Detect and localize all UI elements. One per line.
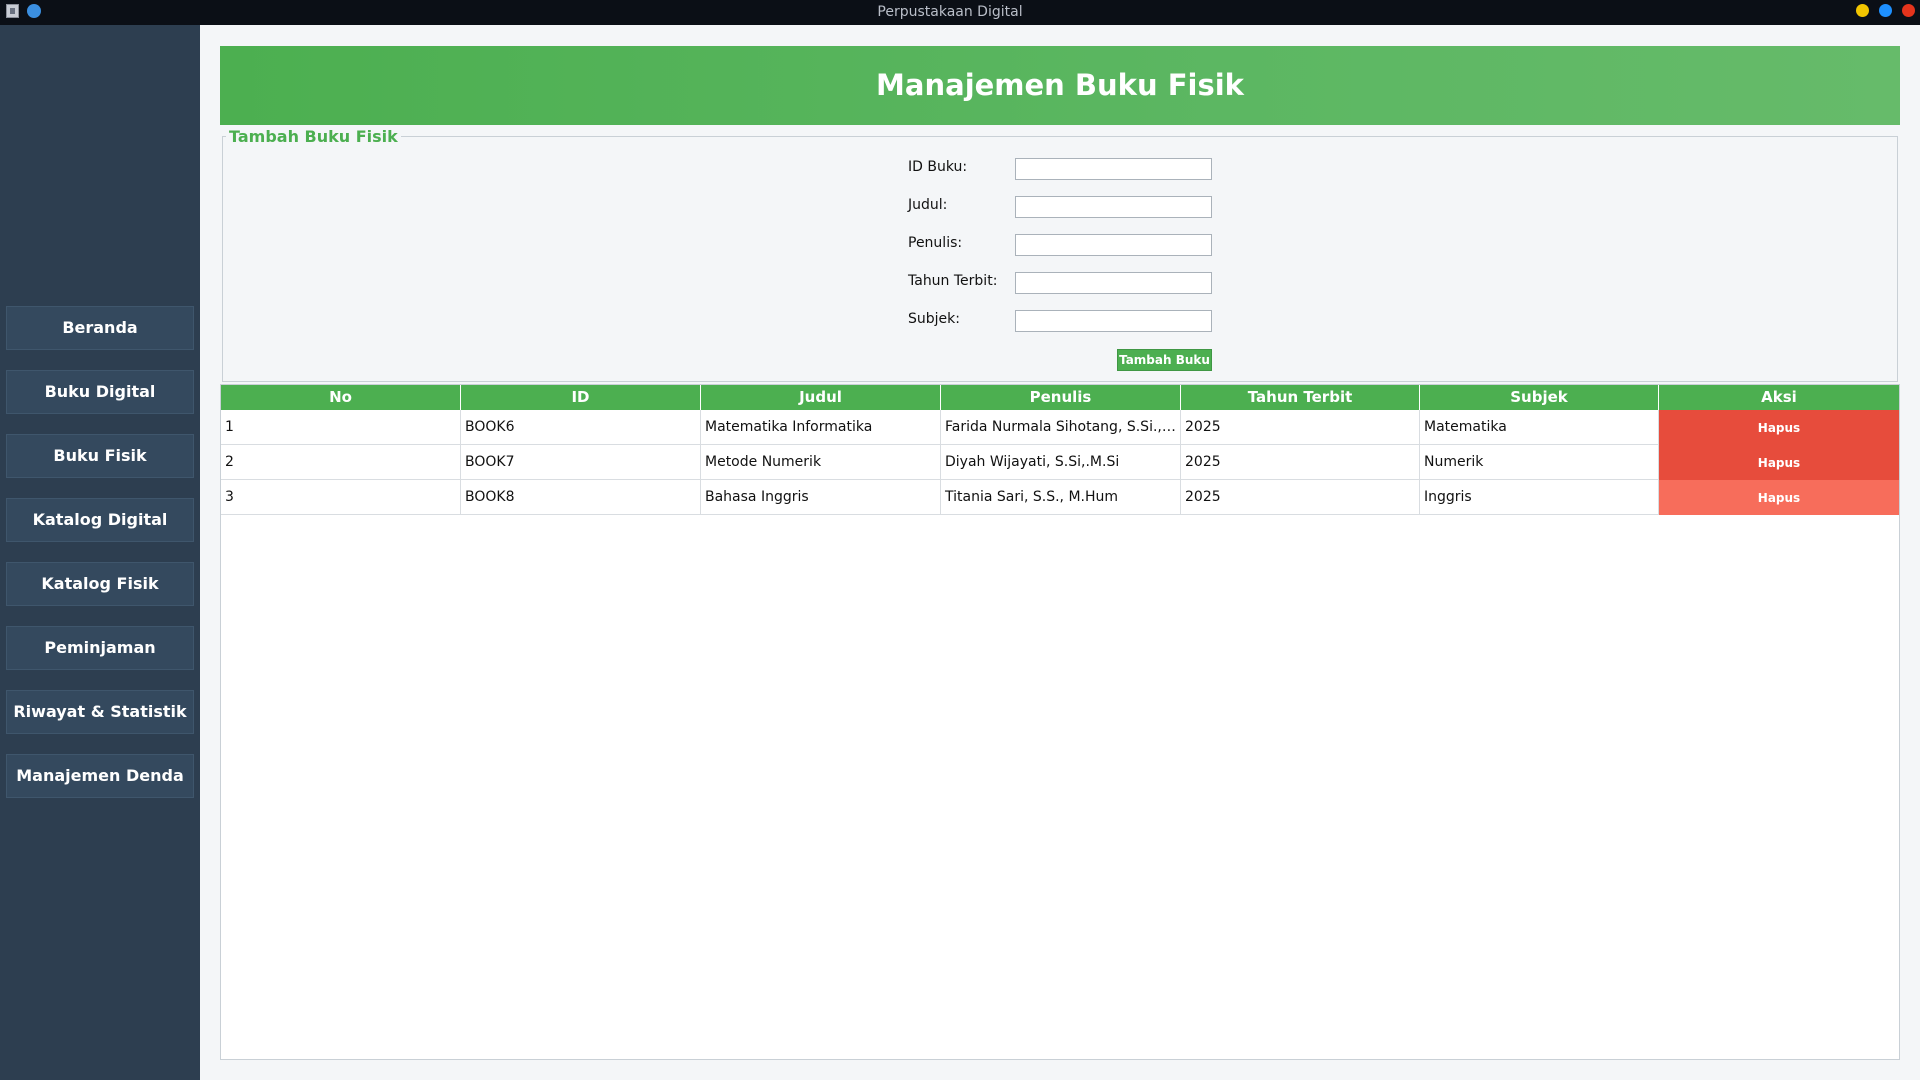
- field-label-id-buku: ID Buku:: [908, 159, 968, 175]
- cell-judul: Bahasa Inggris: [701, 480, 941, 515]
- cell-tahun-terbit: 2025: [1181, 410, 1420, 445]
- books-table: No ID Judul Penulis Tahun Terbit Subjek …: [220, 384, 1900, 1060]
- cell-no: 1: [221, 410, 461, 445]
- page-title: Manajemen Buku Fisik: [876, 68, 1244, 102]
- tahun-terbit-input[interactable]: [1015, 272, 1212, 294]
- sidebar-item-buku-fisik[interactable]: Buku Fisik: [6, 434, 194, 478]
- column-header-penulis[interactable]: Penulis: [941, 385, 1181, 410]
- column-header-judul[interactable]: Judul: [701, 385, 941, 410]
- page-header: Manajemen Buku Fisik: [220, 46, 1900, 125]
- cell-judul: Metode Numerik: [701, 445, 941, 480]
- column-header-subjek[interactable]: Subjek: [1420, 385, 1659, 410]
- main-content: Manajemen Buku Fisik Tambah Buku Fisik I…: [200, 25, 1920, 1080]
- cell-penulis: Diyah Wijayati, S.Si,.M.Si: [941, 445, 1181, 480]
- column-header-tahun-terbit[interactable]: Tahun Terbit: [1181, 385, 1420, 410]
- sidebar: Beranda Buku Digital Buku Fisik Katalog …: [0, 25, 200, 1080]
- field-label-subjek: Subjek:: [908, 311, 960, 327]
- sidebar-item-katalog-digital[interactable]: Katalog Digital: [6, 498, 194, 542]
- minimize-icon[interactable]: [1856, 4, 1869, 17]
- cell-penulis: Titania Sari, S.S., M.Hum: [941, 480, 1181, 515]
- field-label-penulis: Penulis:: [908, 235, 963, 251]
- cell-tahun-terbit: 2025: [1181, 480, 1420, 515]
- sidebar-item-riwayat-statistik[interactable]: Riwayat & Statistik: [6, 690, 194, 734]
- id-buku-input[interactable]: [1015, 158, 1212, 180]
- hapus-button[interactable]: Hapus: [1659, 480, 1899, 515]
- sidebar-item-manajemen-denda[interactable]: Manajemen Denda: [6, 754, 194, 798]
- cell-subjek: Numerik: [1420, 445, 1659, 480]
- cell-subjek: Inggris: [1420, 480, 1659, 515]
- table-row[interactable]: 3 BOOK8 Bahasa Inggris Titania Sari, S.S…: [221, 480, 1899, 515]
- tambah-buku-button[interactable]: Tambah Buku: [1117, 349, 1212, 371]
- column-header-id[interactable]: ID: [461, 385, 701, 410]
- table-row[interactable]: 2 BOOK7 Metode Numerik Diyah Wijayati, S…: [221, 445, 1899, 480]
- window-title: Perpustakaan Digital: [877, 4, 1023, 20]
- cell-no: 2: [221, 445, 461, 480]
- column-header-aksi[interactable]: Aksi: [1659, 385, 1899, 410]
- field-label-tahun-terbit: Tahun Terbit:: [908, 273, 998, 289]
- cell-id: BOOK6: [461, 410, 701, 445]
- hapus-button[interactable]: Hapus: [1659, 410, 1899, 445]
- cell-id: BOOK8: [461, 480, 701, 515]
- window-titlebar: Perpustakaan Digital: [0, 0, 1920, 25]
- cell-id: BOOK7: [461, 445, 701, 480]
- form-legend: Tambah Buku Fisik: [226, 127, 401, 146]
- add-book-form: Tambah Buku Fisik ID Buku: Judul: Penuli…: [222, 127, 1898, 382]
- judul-input[interactable]: [1015, 196, 1212, 218]
- maximize-icon[interactable]: [1879, 4, 1892, 17]
- field-label-judul: Judul:: [908, 197, 948, 213]
- cell-tahun-terbit: 2025: [1181, 445, 1420, 480]
- sidebar-item-beranda[interactable]: Beranda: [6, 306, 194, 350]
- close-icon[interactable]: [1902, 4, 1915, 17]
- cell-judul: Matematika Informatika: [701, 410, 941, 445]
- sidebar-item-peminjaman[interactable]: Peminjaman: [6, 626, 194, 670]
- cell-no: 3: [221, 480, 461, 515]
- subjek-input[interactable]: [1015, 310, 1212, 332]
- cell-penulis: Farida Nurmala Sihotang, S.Si.,M...: [941, 410, 1181, 445]
- sidebar-item-buku-digital[interactable]: Buku Digital: [6, 370, 194, 414]
- table-header: No ID Judul Penulis Tahun Terbit Subjek …: [221, 385, 1899, 410]
- cell-subjek: Matematika: [1420, 410, 1659, 445]
- table-row[interactable]: 1 BOOK6 Matematika Informatika Farida Nu…: [221, 410, 1899, 445]
- sidebar-item-katalog-fisik[interactable]: Katalog Fisik: [6, 562, 194, 606]
- hapus-button[interactable]: Hapus: [1659, 445, 1899, 480]
- column-header-no[interactable]: No: [221, 385, 461, 410]
- penulis-input[interactable]: [1015, 234, 1212, 256]
